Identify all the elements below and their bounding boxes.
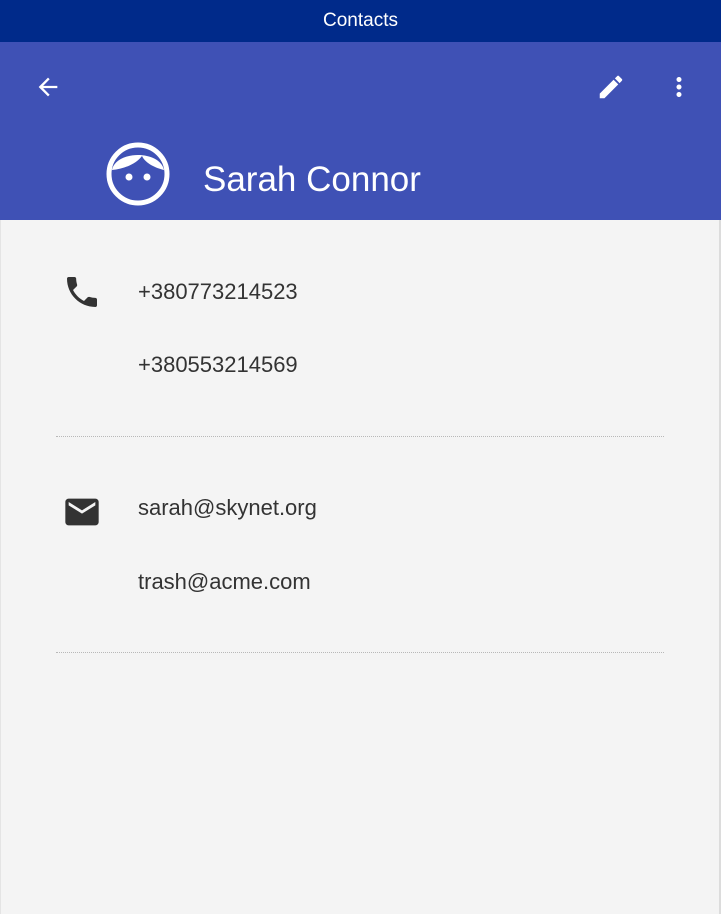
window-title: Contacts: [323, 10, 398, 31]
phone-number-1[interactable]: +380773214523: [138, 277, 298, 307]
email-address-2[interactable]: trash@acme.com: [138, 567, 311, 597]
arrow-back-icon: [38, 77, 58, 97]
more-options-button[interactable]: [655, 63, 703, 111]
window-title-bar: Contacts: [0, 0, 721, 42]
pencil-icon: [599, 75, 623, 99]
section-divider: [56, 652, 664, 653]
section-divider: [56, 436, 664, 437]
more-vert-icon: [676, 77, 682, 97]
contact-avatar: [106, 142, 170, 206]
email-address-1[interactable]: sarah@skynet.org: [138, 493, 317, 523]
phone-icon: [67, 277, 97, 307]
face-icon: [106, 142, 170, 206]
email-section-icon: [62, 492, 102, 532]
contact-header: Sarah Connor: [0, 42, 721, 220]
email-icon: [65, 498, 99, 526]
contact-details: +380773214523 +380553214569 sarah@skynet…: [0, 220, 721, 914]
left-border: [0, 220, 1, 914]
phone-section-icon: [62, 272, 102, 312]
contact-name: Sarah Connor: [203, 160, 421, 199]
phone-number-2[interactable]: +380553214569: [138, 350, 298, 380]
back-button[interactable]: [24, 63, 72, 111]
edit-button[interactable]: [587, 63, 635, 111]
